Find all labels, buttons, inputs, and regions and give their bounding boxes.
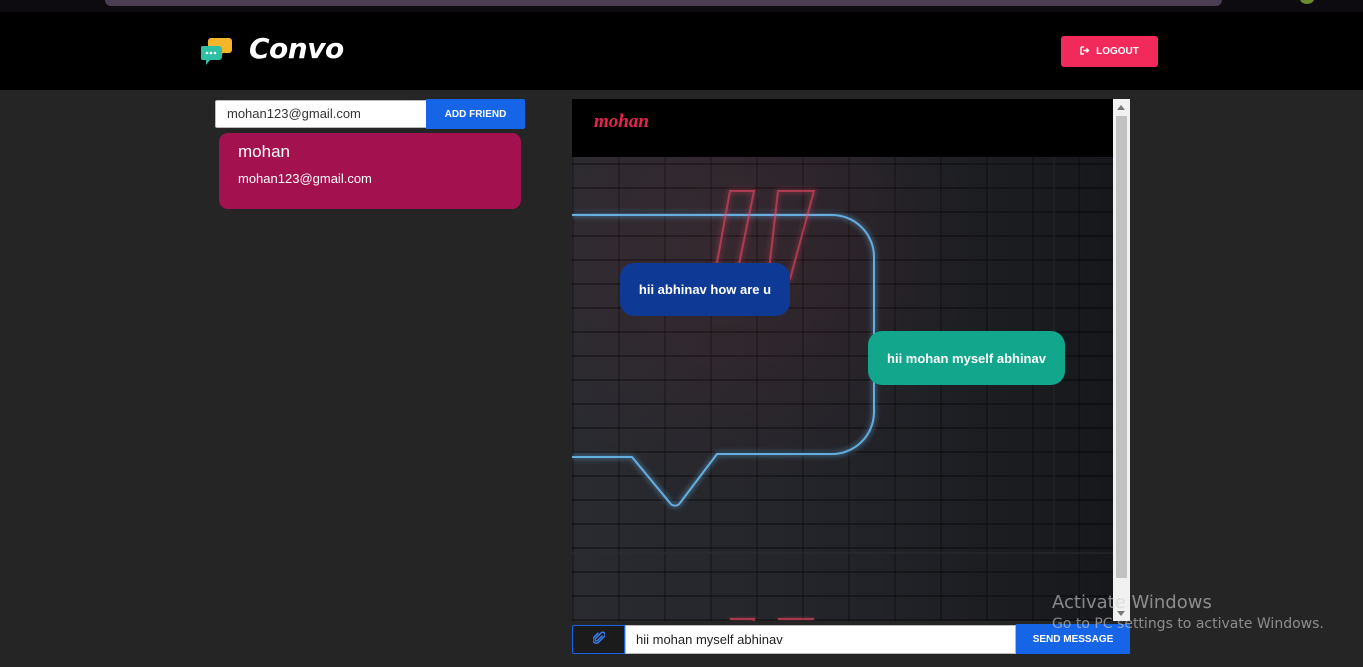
- chat-background: hii abhinav how are u hii mohan myself a…: [572, 157, 1113, 621]
- chat-bubbles-icon: [200, 36, 233, 66]
- watermark-title: Activate Windows: [1052, 592, 1212, 613]
- activate-windows-watermark: Activate Windows Go to PC settings to ac…: [1052, 592, 1324, 632]
- scrollbar-thumb[interactable]: [1116, 116, 1127, 578]
- neon-speech-bubble-art: [572, 157, 1113, 621]
- friend-email: mohan123@gmail.com: [238, 171, 372, 186]
- message-input[interactable]: hii mohan myself abhinav: [625, 625, 1016, 654]
- add-friend-email-input[interactable]: mohan123@gmail.com: [215, 100, 427, 128]
- chat-panel: hii abhinav how are u hii mohan myself a…: [572, 99, 1130, 621]
- scroll-up-arrow-icon[interactable]: [1117, 105, 1125, 110]
- friend-list-item[interactable]: mohan mohan123@gmail.com: [219, 133, 521, 209]
- chat-scrollbar[interactable]: [1113, 99, 1130, 621]
- logout-button[interactable]: LOGOUT: [1061, 36, 1158, 67]
- add-friend-button[interactable]: ADD FRIEND: [426, 99, 525, 129]
- browser-profile-dot: [1300, 0, 1314, 4]
- browser-chrome: [0, 0, 1363, 12]
- browser-tab-bar: [105, 0, 1222, 6]
- logout-label: LOGOUT: [1096, 46, 1139, 57]
- app-logo-text: Convo: [249, 32, 344, 65]
- paperclip-icon: [591, 631, 606, 648]
- chat-contact-name: mohan: [594, 111, 649, 132]
- watermark-subtitle: Go to PC settings to activate Windows.: [1052, 616, 1324, 632]
- sign-out-icon: [1080, 45, 1090, 58]
- message-bubble-sent: hii mohan myself abhinav: [868, 331, 1065, 385]
- attach-file-button[interactable]: [572, 625, 625, 654]
- message-bubble-received: hii abhinav how are u: [620, 263, 790, 316]
- chat-header: mohan: [572, 99, 1113, 157]
- app-header: Convo LOGOUT: [0, 12, 1363, 90]
- friend-name: mohan: [238, 142, 290, 161]
